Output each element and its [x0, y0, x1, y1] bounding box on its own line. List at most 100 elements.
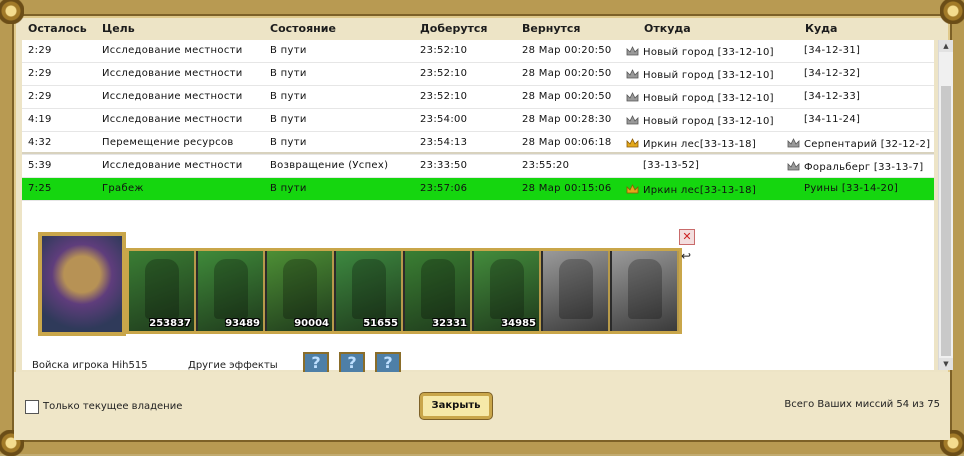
mission-to-text: [34-12-31]: [804, 45, 861, 56]
col-header-remaining[interactable]: Осталось: [28, 22, 87, 35]
mission-target-text: Грабеж: [102, 183, 144, 194]
missions-table-header: Осталось Цель Состояние Доберутся Вернут…: [22, 18, 934, 38]
mission-row[interactable]: 4:19 Исследование местности В пути 23:54:00…: [22, 109, 934, 132]
missions-scrollbar[interactable]: ▲ ▼: [938, 40, 953, 370]
mission-row[interactable]: 7:25 Грабеж В пути 23:57:06 28 Мар 00:15:06 И…: [22, 178, 934, 201]
unit-figure-icon: [421, 259, 455, 319]
mission-arrive-text: 23:54:00: [420, 114, 468, 125]
mission-remaining-text: 7:25: [28, 183, 52, 194]
mission-row[interactable]: 4:32 Перемещение ресурсов В пути 23:54:13 28…: [22, 132, 934, 155]
army-unit-slot[interactable]: 32331: [405, 251, 472, 331]
army-unit-slot[interactable]: [543, 251, 610, 331]
mission-cell-state: В пути: [270, 45, 307, 56]
unit-count: 34985: [501, 318, 536, 329]
army-unit-slot[interactable]: 34985: [474, 251, 541, 331]
mission-cell-remaining: 2:29: [28, 45, 52, 56]
col-header-to[interactable]: Куда: [805, 22, 837, 35]
mission-cell-from: Новый город [33-12-10]: [626, 91, 774, 104]
frame-corner-ornament: [940, 0, 964, 24]
current-holding-label: Только текущее владение: [43, 401, 183, 412]
mission-cell-state: В пути: [270, 114, 307, 125]
mission-cell-arrive: 23:52:10: [420, 45, 467, 56]
mission-return-text: 28 Мар 00:20:50: [522, 91, 612, 102]
col-header-return[interactable]: Вернутся: [522, 22, 580, 35]
mission-cell-remaining: 2:29: [28, 68, 52, 79]
col-header-state[interactable]: Состояние: [270, 22, 336, 35]
mission-from-text: [33-13-52]: [643, 160, 700, 171]
mission-cell-return: 28 Мар 00:20:50: [522, 91, 612, 102]
mission-from-text: Новый город [33-12-10]: [643, 116, 774, 127]
mission-state-text: В пути: [270, 91, 307, 102]
silver-crown-icon: [626, 69, 639, 79]
mission-target-text: Исследование местности: [102, 68, 243, 79]
mission-cell-from: [33-13-52]: [626, 160, 699, 171]
hero-portrait[interactable]: [38, 232, 126, 336]
mission-cell-target: Исследование местности: [102, 114, 243, 125]
mission-remaining-text: 2:29: [28, 45, 52, 56]
army-unit-slot[interactable]: 253837: [129, 251, 196, 331]
mission-cell-return: 28 Мар 00:20:50: [522, 68, 612, 79]
mission-state-text: В пути: [270, 45, 307, 56]
mission-cell-remaining: 7:25: [28, 183, 52, 194]
mission-cell-to: [34-12-32]: [787, 68, 860, 79]
mission-row[interactable]: 5:39 Исследование местности Возвращение (У…: [22, 155, 934, 178]
mission-state-text: В пути: [270, 183, 307, 194]
scroll-up-icon[interactable]: ▲: [939, 40, 953, 52]
mission-cell-state: В пути: [270, 91, 307, 102]
army-unit-slot[interactable]: [612, 251, 679, 331]
effect-slot-2[interactable]: ?: [339, 352, 365, 374]
mission-row[interactable]: 2:29 Исследование местности В пути 23:52:10…: [22, 86, 934, 109]
mission-cell-arrive: 23:54:00: [420, 114, 467, 125]
mission-target-text: Исследование местности: [102, 91, 243, 102]
mission-to-text: [34-11-24]: [804, 114, 861, 125]
mission-cell-arrive: 23:52:10: [420, 91, 467, 102]
mission-from-text: Новый город [33-12-10]: [643, 47, 774, 58]
col-header-from[interactable]: Откуда: [644, 22, 691, 35]
mission-cell-arrive: 23:57:06: [420, 183, 467, 194]
unit-count: 253837: [149, 318, 191, 329]
mission-arrive-text: 23:54:13: [420, 137, 468, 148]
mission-row[interactable]: 2:29 Исследование местности В пути 23:52:10…: [22, 63, 934, 86]
mission-arrive-text: 23:52:10: [420, 68, 468, 79]
silver-crown-icon: [787, 161, 800, 171]
mission-arrive-text: 23:57:06: [420, 183, 468, 194]
close-button[interactable]: Закрыть: [420, 393, 492, 419]
mission-target-text: Исследование местности: [102, 45, 243, 56]
mission-to-text: [34-12-32]: [804, 68, 861, 79]
unit-count: 90004: [294, 318, 329, 329]
mission-remaining-text: 5:39: [28, 160, 52, 171]
mission-row[interactable]: 2:29 Исследование местности В пути 23:52:10…: [22, 40, 934, 63]
unit-figure-icon: [352, 259, 386, 319]
army-unit-slot[interactable]: 51655: [336, 251, 403, 331]
army-unit-slot[interactable]: 93489: [198, 251, 265, 331]
return-arrow-icon[interactable]: ↩: [681, 249, 691, 263]
scroll-down-icon[interactable]: ▼: [939, 358, 953, 370]
effect-slot-1[interactable]: ?: [303, 352, 329, 374]
silver-crown-icon: [626, 46, 639, 56]
effect-slot-3[interactable]: ?: [375, 352, 401, 374]
mission-cell-from: Новый город [33-12-10]: [626, 114, 774, 127]
current-holding-checkbox[interactable]: [25, 400, 39, 414]
scrollbar-thumb[interactable]: [941, 86, 951, 356]
mission-return-text: 28 Мар 00:28:30: [522, 114, 612, 125]
silver-crown-icon: [787, 138, 800, 148]
mission-cell-target: Исследование местности: [102, 68, 243, 79]
army-unit-slot[interactable]: 90004: [267, 251, 334, 331]
col-header-target[interactable]: Цель: [102, 22, 135, 35]
mission-cell-state: В пути: [270, 183, 307, 194]
mission-cell-remaining: 4:19: [28, 114, 52, 125]
col-header-arrive[interactable]: Доберутся: [420, 22, 488, 35]
mission-cell-target: Исследование местности: [102, 91, 243, 102]
mission-cell-to: [34-12-31]: [787, 45, 860, 56]
close-icon[interactable]: ✕: [679, 229, 695, 245]
mission-from-text: Новый город [33-12-10]: [643, 70, 774, 81]
unit-figure-icon: [145, 259, 179, 319]
mission-cell-arrive: 23:54:13: [420, 137, 467, 148]
mission-cell-state: В пути: [270, 137, 307, 148]
mission-from-text: Иркин лес[33-13-18]: [643, 139, 757, 150]
mission-cell-from: Иркин лес[33-13-18]: [626, 183, 756, 196]
mission-cell-target: Исследование местности: [102, 45, 243, 56]
unit-figure-icon: [559, 259, 593, 319]
mission-arrive-text: 23:33:50: [420, 160, 468, 171]
mission-cell-target: Перемещение ресурсов: [102, 137, 234, 148]
